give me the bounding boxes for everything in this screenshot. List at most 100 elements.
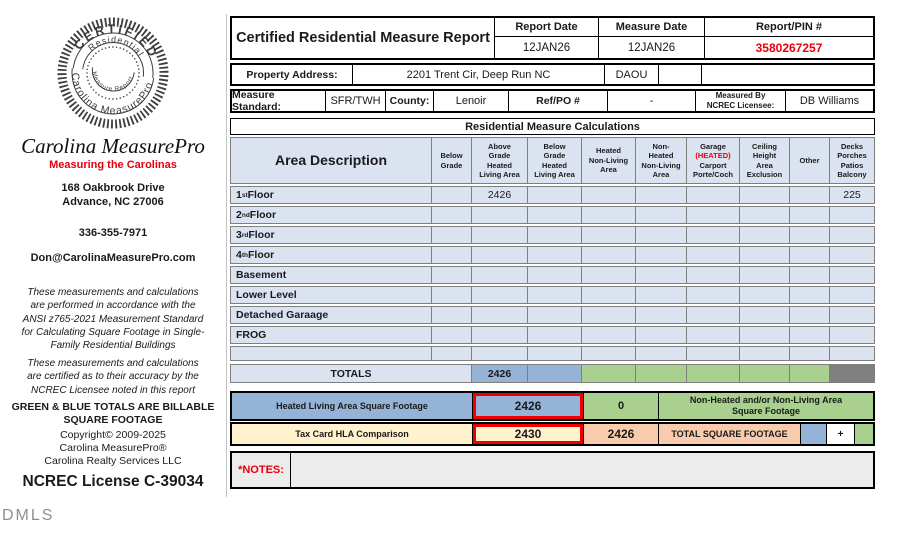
heated-living-label: Heated Living Area Square Footage — [232, 393, 472, 419]
table-cell — [431, 207, 471, 223]
table-cell — [739, 227, 789, 243]
heated-living-value: 2426 — [472, 393, 583, 419]
col-other: Other — [789, 138, 829, 183]
row-label: FROG — [236, 329, 267, 341]
measure-table: Area Description Below Grade Above Grade… — [230, 137, 875, 385]
property-empty-cell — [658, 65, 701, 84]
table-cell — [431, 247, 471, 263]
table-cell — [527, 187, 581, 203]
legend-green-cell — [854, 424, 873, 444]
table-cell — [635, 287, 686, 303]
measure-standard-value: SFR/TWH — [325, 91, 385, 111]
table-cell — [829, 247, 874, 263]
table-cell — [686, 227, 739, 243]
measure-date-value: 12JAN26 — [627, 41, 676, 54]
table-cell — [829, 227, 874, 243]
col-above-grade-heated: Above Grade Heated Living Area — [471, 138, 527, 183]
totals-other — [789, 365, 829, 382]
table-row-basement: Basement — [230, 266, 875, 284]
nonheated-label: Non-Heated and/or Non-Living Area Square… — [658, 393, 873, 419]
nonheated-value: 0 — [583, 393, 658, 419]
ref-po-value: - — [607, 91, 695, 111]
table-cell — [581, 307, 635, 323]
table-cell: 225 — [829, 187, 874, 203]
property-row: Property Address: 2201 Trent Cir, Deep R… — [230, 63, 875, 86]
copyright-line: Copyright© 2009-2025 — [60, 429, 166, 441]
totals-decks — [829, 365, 874, 382]
table-cell — [789, 327, 829, 343]
table-cell — [829, 207, 874, 223]
table-cell — [739, 187, 789, 203]
tax-card-value: 2430 — [472, 424, 583, 444]
table-cell — [431, 347, 471, 360]
total-sqft-label: TOTAL SQUARE FOOTAGE — [658, 424, 800, 444]
section-title: Residential Measure Calculations — [230, 118, 875, 135]
row-label: Lower Level — [236, 289, 297, 301]
notes-area — [291, 453, 873, 487]
table-cell — [581, 187, 635, 203]
table-cell — [471, 207, 527, 223]
brand-tagline: Measuring the Carolinas — [49, 159, 177, 171]
total-sqft-value: 2426 — [583, 424, 658, 444]
company-line-2: Carolina Realty Services LLC — [44, 455, 182, 467]
table-cell — [686, 207, 739, 223]
plus-sign: + — [826, 424, 854, 444]
totals-row: TOTALS 2426 — [230, 364, 875, 383]
row-label: 3rd Floor — [236, 229, 275, 241]
table-cell — [431, 227, 471, 243]
county-label: County: — [385, 91, 433, 111]
table-cell — [789, 307, 829, 323]
table-cell — [739, 267, 789, 283]
table-cell — [789, 287, 829, 303]
table-cell — [581, 287, 635, 303]
table-cell — [789, 187, 829, 203]
table-cell — [829, 327, 874, 343]
table-cell — [829, 307, 874, 323]
table-cell — [829, 267, 874, 283]
table-cell — [527, 347, 581, 360]
row-label: Basement — [236, 269, 287, 281]
disclaimer-certified: These measurements and calculations are … — [27, 358, 199, 396]
table-cell — [581, 207, 635, 223]
table-cell — [635, 207, 686, 223]
company-line-1: Carolina MeasurePro® — [59, 442, 167, 454]
table-cell — [635, 187, 686, 203]
company-address: 168 Oakbrook Drive Advance, NC 27006 — [61, 182, 165, 209]
table-cell — [581, 327, 635, 343]
tax-card-label: Tax Card HLA Comparison — [232, 424, 472, 444]
table-cell — [581, 227, 635, 243]
property-address-label: Property Address: — [246, 68, 338, 81]
col-garage: Garage (HEATED) Carport Porte/Coch — [686, 138, 739, 183]
table-cell — [686, 247, 739, 263]
table-cell — [527, 287, 581, 303]
table-row-blank — [230, 346, 875, 361]
table-cell — [527, 327, 581, 343]
table-row-1st-floor: 1st Floor 2426 225 — [230, 186, 875, 204]
table-cell — [635, 267, 686, 283]
table-cell — [789, 247, 829, 263]
brand-name: Carolina MeasurePro — [21, 134, 205, 158]
table-cell — [829, 347, 874, 360]
col-garage-line1: Garage — [700, 141, 726, 151]
totals-garage — [686, 365, 739, 382]
property-address-value: 2201 Trent Cir, Deep Run NC — [352, 65, 604, 84]
table-cell — [686, 307, 739, 323]
col-ceiling-height: Ceiling Height Area Exclusion — [739, 138, 789, 183]
company-email: Don@CarolinaMeasurePro.com — [30, 252, 196, 264]
report-header-table: Certified Residential Measure Report Rep… — [230, 16, 875, 60]
table-cell — [789, 207, 829, 223]
totals-label: TOTALS — [231, 365, 471, 382]
table-cell — [739, 347, 789, 360]
measured-by-label: Measured By NCREC Licensee: — [695, 91, 785, 111]
table-cell — [471, 307, 527, 323]
disclaimer-standard: These measurements and calculations are … — [21, 287, 205, 352]
totals-below-grade — [527, 365, 581, 382]
tax-card-summary-row: Tax Card HLA Comparison 2430 2426 TOTAL … — [230, 422, 875, 446]
table-row-detached-garage: Detached Garaage — [230, 306, 875, 324]
table-cell — [686, 287, 739, 303]
table-cell — [686, 187, 739, 203]
company-phone: 336-355-7971 — [78, 227, 148, 239]
col-garage-line2: Carport — [699, 160, 727, 170]
report-date-col: Report Date 12JAN26 — [495, 18, 598, 58]
measure-standard-row: Measure Standard: SFR/TWH County: Lenoir… — [230, 89, 875, 113]
